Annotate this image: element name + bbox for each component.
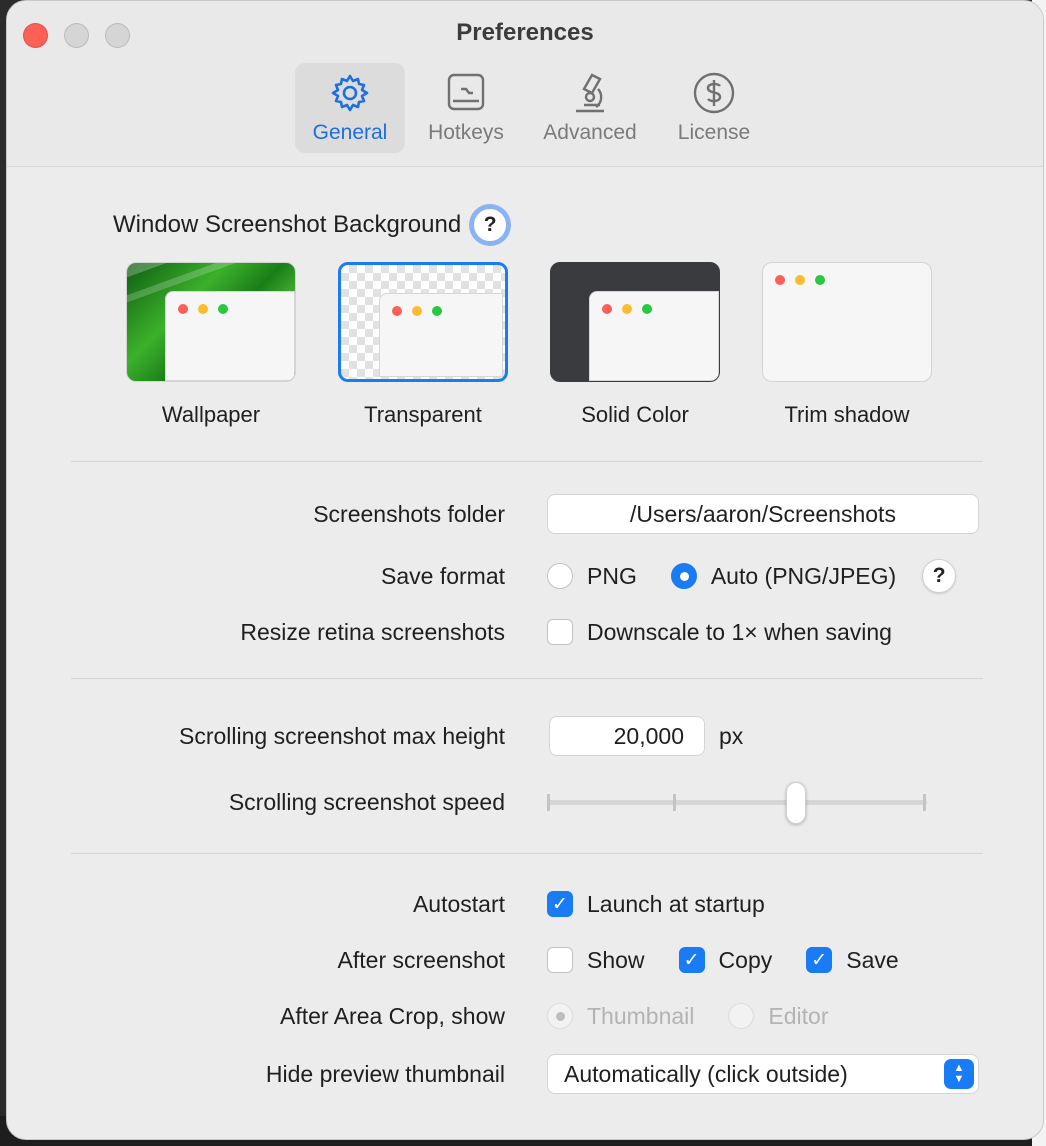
bg-option-trim-shadow[interactable]: Trim shadow [761, 262, 933, 428]
save-format-row: Save format PNG Auto (PNG/JPEG) ? [7, 556, 1043, 596]
slider-knob[interactable] [786, 782, 807, 824]
bg-option-label: Trim shadow [784, 402, 910, 427]
auto-format-label: Auto (PNG/JPEG) [710, 562, 897, 589]
px-unit-label: px [719, 722, 744, 749]
autostart-row: Autostart ✓ Launch at startup [7, 884, 1043, 924]
launch-at-startup-label: Launch at startup [587, 890, 765, 917]
mini-window [165, 291, 295, 381]
downscale-checkbox[interactable] [547, 619, 573, 645]
tab-hotkeys[interactable]: Hotkeys [411, 63, 521, 153]
slider-tick [673, 794, 676, 811]
divider [71, 678, 983, 679]
tab-general-label: General [312, 121, 388, 144]
scroll-max-label: Scrolling screenshot max height [179, 722, 505, 749]
show-checkbox[interactable] [547, 947, 573, 973]
hide-preview-row: Hide preview thumbnail Automatically (cl… [7, 1054, 1043, 1094]
preferences-window: Preferences General Hotkeys Advanced Lic… [6, 0, 1044, 1140]
trim-shadow-preview[interactable] [762, 262, 932, 382]
divider [71, 461, 983, 462]
slider-tick [547, 794, 550, 811]
scroll-max-row: Scrolling screenshot max height 20,000 p… [7, 716, 1043, 756]
save-label: Save [846, 946, 899, 973]
wallpaper-preview[interactable] [126, 262, 296, 382]
folder-label: Screenshots folder [313, 500, 505, 527]
save-checkbox[interactable]: ✓ [806, 947, 833, 973]
resize-retina-label: Resize retina screenshots [240, 618, 505, 645]
editor-label: Editor [768, 1002, 829, 1029]
bg-option-wallpaper[interactable]: Wallpaper [125, 262, 297, 428]
resize-retina-row: Resize retina screenshots Downscale to 1… [7, 612, 1043, 652]
mini-window [589, 291, 719, 381]
scroll-speed-row: Scrolling screenshot speed [7, 782, 1043, 824]
microscope-icon [576, 73, 604, 113]
gear-icon [331, 74, 369, 112]
editor-radio[interactable] [728, 1003, 755, 1029]
keyboard-icon [447, 73, 485, 111]
bg-option-transparent[interactable]: Transparent [337, 262, 509, 428]
save-format-label: Save format [381, 562, 505, 589]
thumbnail-radio[interactable] [547, 1003, 573, 1029]
preferences-toolbar: General Hotkeys Advanced License [295, 63, 769, 153]
after-crop-label: After Area Crop, show [280, 1002, 505, 1029]
hide-preview-label: Hide preview thumbnail [265, 1060, 505, 1087]
max-height-field[interactable]: 20,000 [549, 716, 705, 756]
png-label: PNG [587, 562, 637, 589]
tab-license-label: License [677, 121, 751, 144]
png-radio[interactable] [547, 563, 573, 589]
autostart-label: Autostart [412, 890, 505, 917]
dollar-circle-icon [693, 72, 735, 114]
background-options: Wallpaper Transparent Solid Color Trim s… [125, 262, 933, 428]
slider-tick [923, 794, 926, 811]
launch-at-startup-checkbox[interactable]: ✓ [547, 891, 573, 917]
background-help-button[interactable]: ? [473, 208, 508, 242]
scroll-speed-label: Scrolling screenshot speed [228, 788, 505, 815]
hide-preview-popup[interactable]: Automatically (click outside) ▲ ▼ [547, 1054, 979, 1094]
divider [71, 853, 983, 854]
copy-checkbox[interactable]: ✓ [678, 947, 705, 973]
bg-option-label: Solid Color [581, 402, 689, 427]
tab-advanced-label: Advanced [543, 121, 637, 144]
after-screenshot-label: After screenshot [337, 946, 505, 973]
general-pane: Window Screenshot Background ? Wallpaper [7, 168, 1043, 1139]
background-section-label: Window Screenshot Background [113, 211, 462, 238]
auto-format-radio[interactable] [670, 563, 697, 589]
after-screenshot-row: After screenshot Show ✓ Copy ✓ Save [7, 940, 1043, 980]
bg-option-label: Wallpaper [161, 402, 261, 427]
mini-window [379, 293, 503, 377]
slider-track [547, 800, 927, 805]
save-format-help-button[interactable]: ? [922, 559, 957, 593]
hide-preview-value: Automatically (click outside) [564, 1060, 848, 1087]
transparent-preview[interactable] [338, 262, 508, 382]
screenshots-folder-field[interactable]: /Users/aaron/Screenshots [547, 494, 979, 534]
titlebar: Preferences General Hotkeys Advanced Lic… [7, 1, 1043, 167]
thumbnail-label: Thumbnail [587, 1002, 695, 1029]
chevron-updown-icon: ▲ ▼ [944, 1059, 974, 1089]
scroll-speed-slider[interactable] [547, 782, 927, 824]
downscale-label: Downscale to 1× when saving [587, 618, 892, 645]
tab-license[interactable]: License [659, 63, 769, 153]
background-section-title: Window Screenshot Background ? [113, 208, 508, 242]
after-crop-row: After Area Crop, show Thumbnail Editor [7, 996, 1043, 1036]
copy-label: Copy [718, 946, 773, 973]
tab-hotkeys-label: Hotkeys [428, 121, 504, 144]
show-label: Show [587, 946, 645, 973]
bg-option-label: Transparent [364, 402, 482, 427]
folder-row: Screenshots folder /Users/aaron/Screensh… [7, 494, 1043, 534]
bg-option-solid-color[interactable]: Solid Color [549, 262, 721, 428]
solid-color-preview[interactable] [550, 262, 720, 382]
tab-advanced[interactable]: Advanced [527, 63, 653, 153]
window-title: Preferences [456, 19, 594, 46]
tab-general[interactable]: General [295, 63, 405, 153]
